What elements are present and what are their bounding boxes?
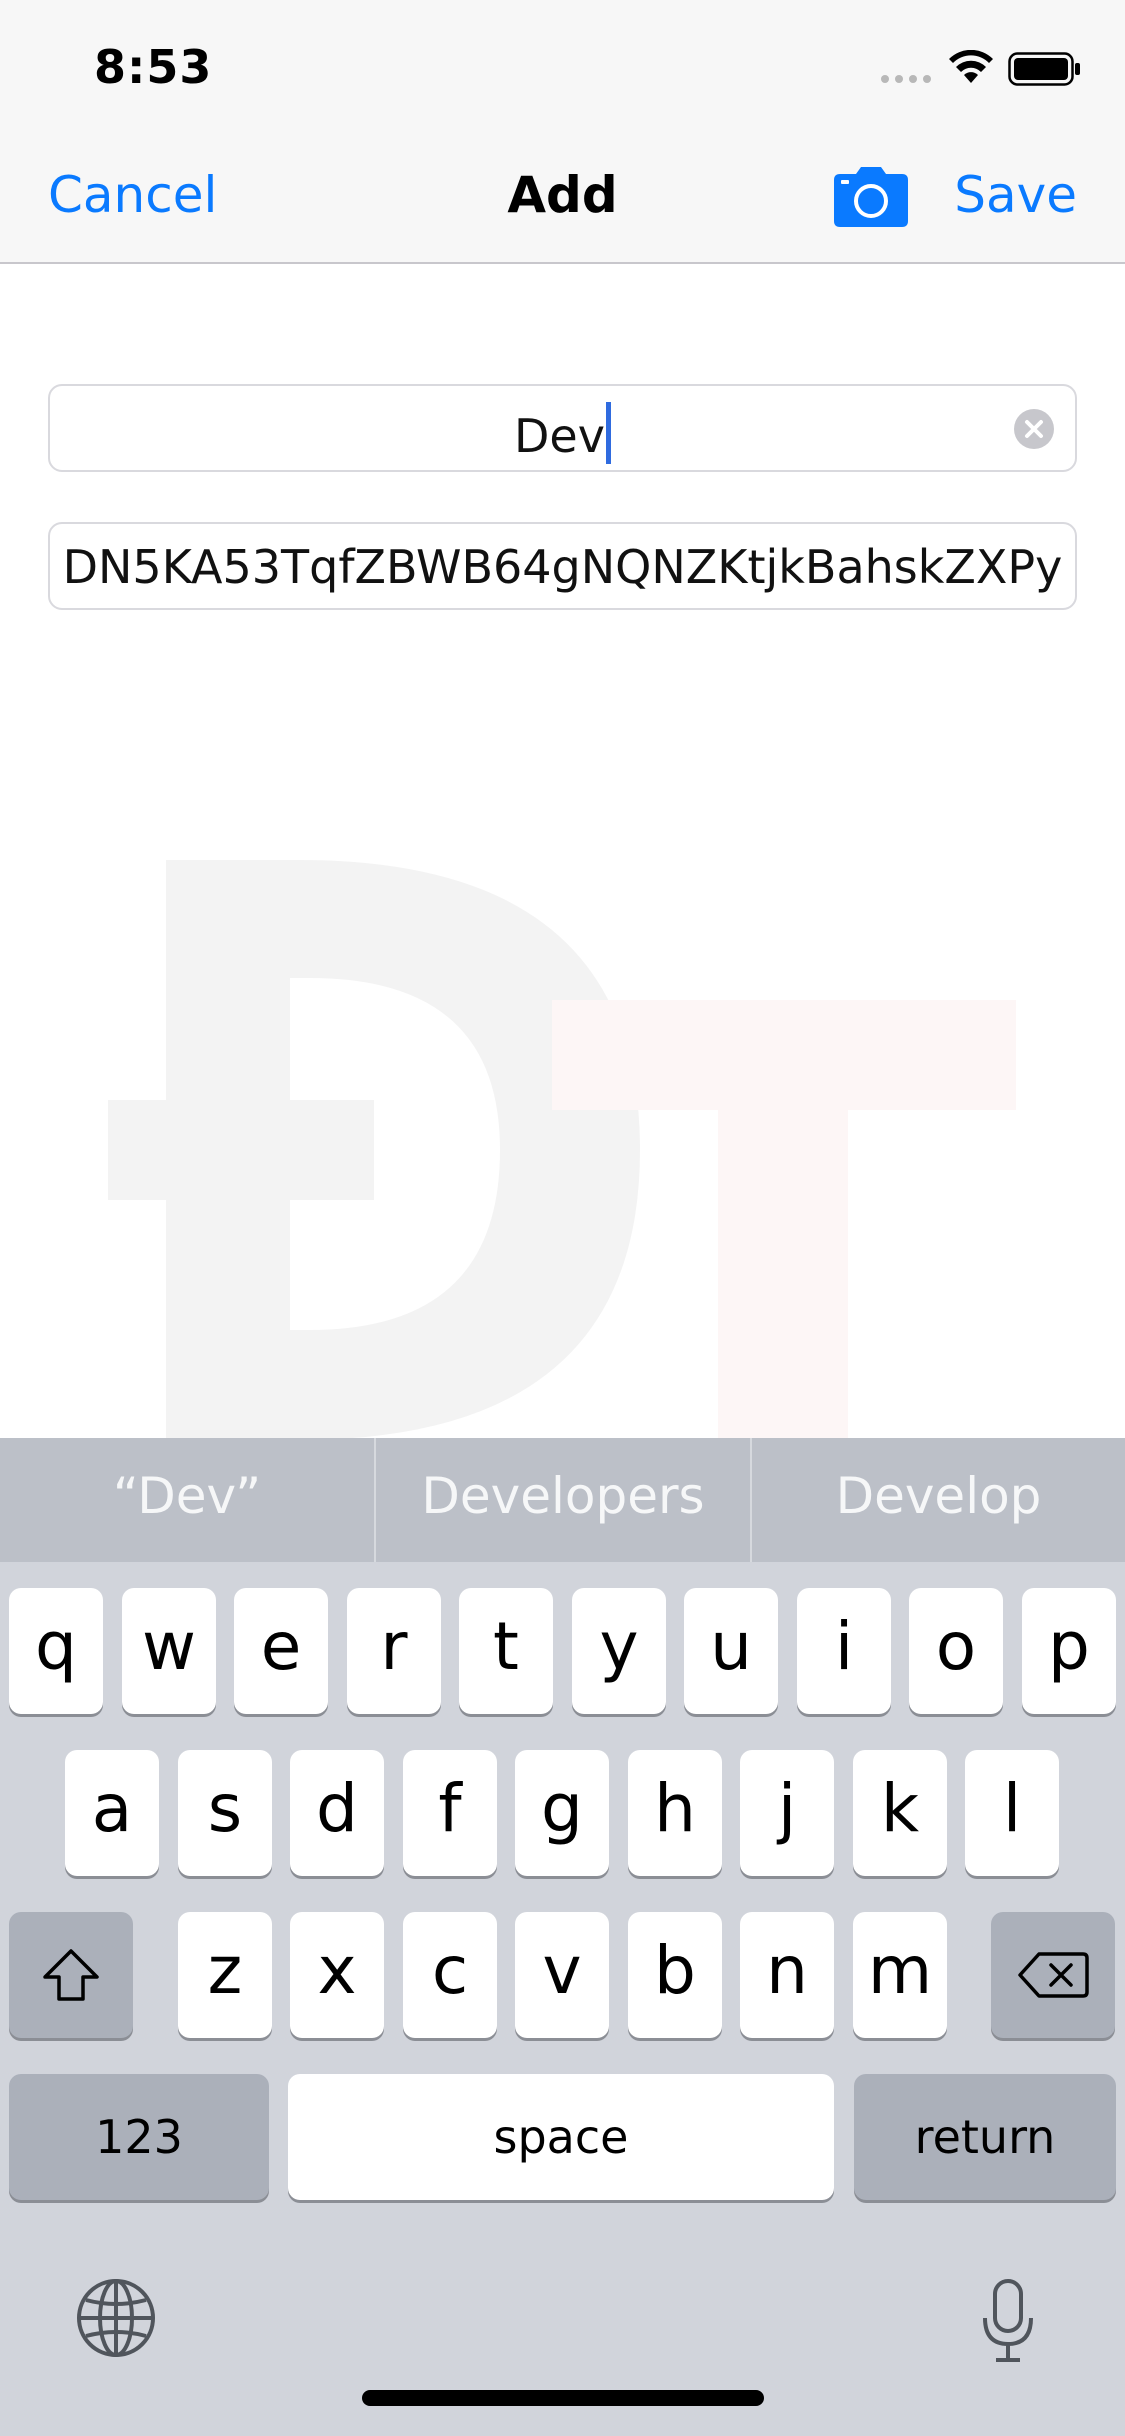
key-m[interactable]: m bbox=[853, 1912, 947, 2038]
globe-icon[interactable] bbox=[76, 2278, 156, 2358]
space-key[interactable]: space bbox=[288, 2074, 834, 2200]
key-f[interactable]: f bbox=[403, 1750, 497, 1876]
key-o[interactable]: o bbox=[909, 1588, 1003, 1714]
wifi-icon bbox=[949, 50, 993, 83]
save-button[interactable]: Save bbox=[954, 166, 1077, 224]
watermark-logo bbox=[108, 860, 1016, 1440]
key-c[interactable]: c bbox=[403, 1912, 497, 2038]
shift-key[interactable] bbox=[9, 1912, 133, 2038]
key-i[interactable]: i bbox=[797, 1588, 891, 1714]
suggestion-item[interactable]: “Dev” bbox=[0, 1438, 374, 1562]
home-indicator[interactable] bbox=[362, 2390, 764, 2406]
key-w[interactable]: w bbox=[122, 1588, 216, 1714]
key-v[interactable]: v bbox=[515, 1912, 609, 2038]
return-key[interactable]: return bbox=[854, 2074, 1116, 2200]
battery-icon bbox=[1008, 52, 1080, 86]
navigation-bar: Cancel Add Save bbox=[0, 132, 1125, 264]
name-field[interactable]: Dev bbox=[48, 384, 1077, 472]
add-address-screen: 8:53 Cancel Add Save Dev DN5KA53TqfZBWB6… bbox=[0, 0, 1125, 2436]
key-k[interactable]: k bbox=[853, 1750, 947, 1876]
key-p[interactable]: p bbox=[1022, 1588, 1116, 1714]
key-d[interactable]: d bbox=[290, 1750, 384, 1876]
backspace-icon bbox=[1018, 1952, 1089, 1998]
name-field-value: Dev bbox=[514, 409, 605, 463]
address-field[interactable]: DN5KA53TqfZBWB64gNQNZKtjkBahskZXPy bbox=[48, 522, 1077, 610]
key-y[interactable]: y bbox=[572, 1588, 666, 1714]
shift-arrow-icon bbox=[43, 1949, 99, 2001]
keyboard: “Dev” Developers Develop q w e r t y u i… bbox=[0, 1438, 1125, 2436]
suggestion-item[interactable]: Develop bbox=[752, 1438, 1125, 1562]
key-x[interactable]: x bbox=[290, 1912, 384, 2038]
clear-text-icon[interactable] bbox=[1013, 408, 1055, 450]
key-t[interactable]: t bbox=[459, 1588, 553, 1714]
numbers-key[interactable]: 123 bbox=[9, 2074, 269, 2200]
key-h[interactable]: h bbox=[628, 1750, 722, 1876]
key-r[interactable]: r bbox=[347, 1588, 441, 1714]
key-b[interactable]: b bbox=[628, 1912, 722, 2038]
suggestion-bar: “Dev” Developers Develop bbox=[0, 1438, 1125, 1562]
delete-key[interactable] bbox=[991, 1912, 1115, 2038]
key-a[interactable]: a bbox=[65, 1750, 159, 1876]
key-u[interactable]: u bbox=[684, 1588, 778, 1714]
key-l[interactable]: l bbox=[965, 1750, 1059, 1876]
key-n[interactable]: n bbox=[740, 1912, 834, 2038]
text-cursor bbox=[605, 402, 611, 464]
key-j[interactable]: j bbox=[740, 1750, 834, 1876]
cellular-signal-icon bbox=[881, 75, 931, 83]
key-s[interactable]: s bbox=[178, 1750, 272, 1876]
camera-icon[interactable] bbox=[832, 166, 910, 228]
key-g[interactable]: g bbox=[515, 1750, 609, 1876]
microphone-icon[interactable] bbox=[980, 2278, 1036, 2364]
status-time: 8:53 bbox=[94, 40, 213, 94]
key-z[interactable]: z bbox=[178, 1912, 272, 2038]
suggestion-item[interactable]: Developers bbox=[376, 1438, 750, 1562]
key-q[interactable]: q bbox=[9, 1588, 103, 1714]
cancel-button[interactable]: Cancel bbox=[48, 166, 217, 224]
status-bar: 8:53 bbox=[0, 0, 1125, 132]
address-field-value: DN5KA53TqfZBWB64gNQNZKtjkBahskZXPy bbox=[62, 540, 1063, 594]
key-e[interactable]: e bbox=[234, 1588, 328, 1714]
